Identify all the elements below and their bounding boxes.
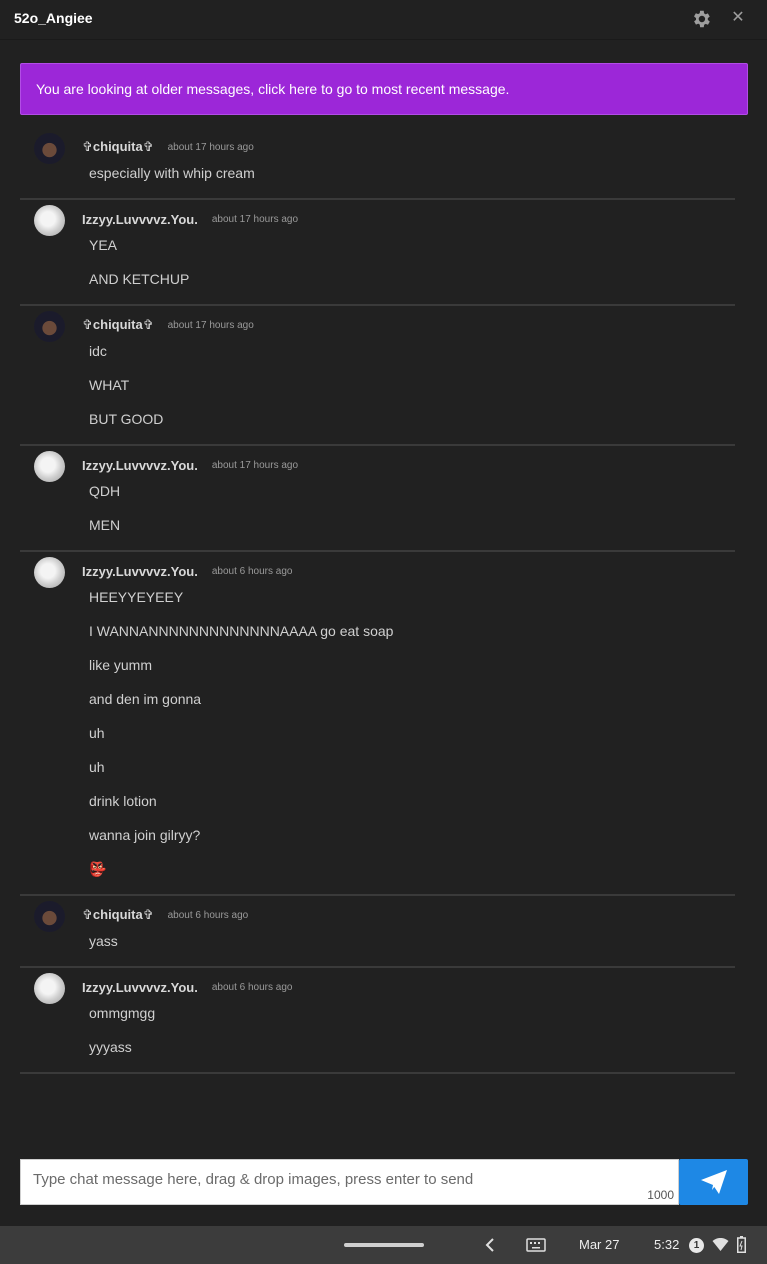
timestamp: about 6 hours ago — [211, 565, 293, 577]
message-text: drink lotion — [89, 793, 157, 809]
username[interactable]: ✞chiquita✞ — [82, 907, 154, 923]
message-group: ✞chiquita✞ about 17 hours ago especially w… — [20, 128, 735, 200]
message-group: ✞chiquita✞ about 6 hours ago yass — [20, 896, 735, 968]
message-text: yyyass — [89, 1039, 132, 1055]
keyboard-icon[interactable] — [526, 1238, 546, 1252]
message-text: idc — [89, 343, 107, 359]
message-header: ✞chiquita✞ about 17 hours ago — [82, 306, 735, 342]
message-text: ommgmgg — [89, 1005, 156, 1021]
shelf-clock[interactable]: 5:32 — [654, 1237, 679, 1252]
title-bar: 52o_Angiee ✕ — [0, 0, 767, 40]
timestamp: about 17 hours ago — [211, 459, 299, 471]
timestamp: about 6 hours ago — [167, 909, 249, 921]
message-group: ✞chiquita✞ about 17 hours ago idc WHAT BUT G… — [20, 306, 735, 446]
wifi-icon[interactable] — [712, 1238, 729, 1252]
battery-icon[interactable] — [737, 1236, 746, 1253]
window-title: 52o_Angiee — [14, 10, 93, 26]
message-header: ✞chiquita✞ about 6 hours ago — [82, 896, 735, 932]
message-text: AND KETCHUP — [89, 271, 190, 287]
message-text: and den im gonna — [89, 691, 202, 707]
message-header: ✞chiquita✞ about 17 hours ago — [82, 128, 735, 164]
avatar[interactable] — [34, 133, 65, 164]
message-text: QDH — [89, 483, 121, 499]
timestamp: about 17 hours ago — [167, 319, 254, 331]
message-text: uh — [89, 759, 105, 775]
message-text: WHAT — [89, 377, 130, 393]
message-text: I WANNANNNNNNNNNNNNNAAAA go eat soap — [89, 623, 394, 639]
gear-icon[interactable] — [690, 8, 712, 30]
notification-badge[interactable]: 1 — [689, 1238, 704, 1253]
message-header: Izzyy.Luvvvvz.You. about 6 hours ago — [82, 552, 735, 588]
timestamp: about 6 hours ago — [211, 981, 293, 993]
avatar[interactable] — [34, 451, 65, 482]
timestamp: about 17 hours ago — [211, 213, 299, 225]
avatar[interactable] — [34, 901, 65, 932]
message-text: like yumm — [89, 657, 153, 673]
message-text: YEA — [89, 237, 118, 253]
message-group: Izzyy.Luvvvvz.You. about 6 hours ago HEEYY… — [20, 552, 735, 896]
system-shelf: Mar 27 5:32 1 — [0, 1226, 767, 1264]
send-button[interactable] — [679, 1159, 748, 1205]
avatar[interactable] — [34, 973, 65, 1004]
avatar[interactable] — [34, 557, 65, 588]
username[interactable]: Izzyy.Luvvvvz.You. — [82, 458, 198, 473]
shelf-date[interactable]: Mar 27 — [579, 1237, 619, 1252]
chat-message-input[interactable] — [21, 1160, 678, 1198]
message-text: HEEYYEYEEY — [89, 589, 184, 605]
message-text: BUT GOOD — [89, 411, 164, 427]
message-header: Izzyy.Luvvvvz.You. about 17 hours ago — [82, 446, 735, 482]
message-list: ✞chiquita✞ about 17 hours ago especially w… — [20, 128, 735, 1074]
home-handle[interactable] — [344, 1243, 424, 1247]
character-counter: 1000 — [647, 1188, 674, 1202]
message-group: Izzyy.Luvvvvz.You. about 6 hours ago ommgm… — [20, 968, 735, 1074]
timestamp: about 17 hours ago — [167, 141, 254, 153]
message-text: yass — [89, 933, 118, 949]
close-icon[interactable]: ✕ — [730, 9, 746, 27]
username[interactable]: ✞chiquita✞ — [82, 139, 154, 155]
avatar[interactable] — [34, 311, 65, 342]
message-text: wanna join gilryy? — [89, 827, 201, 843]
older-messages-banner[interactable]: You are looking at older messages, click… — [20, 63, 748, 115]
message-text: 👺 — [89, 861, 107, 877]
username[interactable]: Izzyy.Luvvvvz.You. — [82, 980, 198, 995]
username[interactable]: Izzyy.Luvvvvz.You. — [82, 564, 198, 579]
message-text: uh — [89, 725, 105, 741]
message-header: Izzyy.Luvvvvz.You. about 17 hours ago — [82, 200, 735, 236]
send-icon — [700, 1170, 727, 1194]
message-group: Izzyy.Luvvvvz.You. about 17 hours ago YEA A… — [20, 200, 735, 306]
message-group: Izzyy.Luvvvvz.You. about 17 hours ago QDH M… — [20, 446, 735, 552]
username[interactable]: ✞chiquita✞ — [82, 317, 154, 333]
message-text: especially with whip cream — [89, 165, 255, 181]
chevron-left-icon[interactable] — [483, 1235, 497, 1255]
message-text: MEN — [89, 517, 121, 533]
username[interactable]: Izzyy.Luvvvvz.You. — [82, 212, 198, 227]
chat-composer: 1000 — [20, 1159, 679, 1205]
avatar[interactable] — [34, 205, 65, 236]
message-header: Izzyy.Luvvvvz.You. about 6 hours ago — [82, 968, 735, 1004]
